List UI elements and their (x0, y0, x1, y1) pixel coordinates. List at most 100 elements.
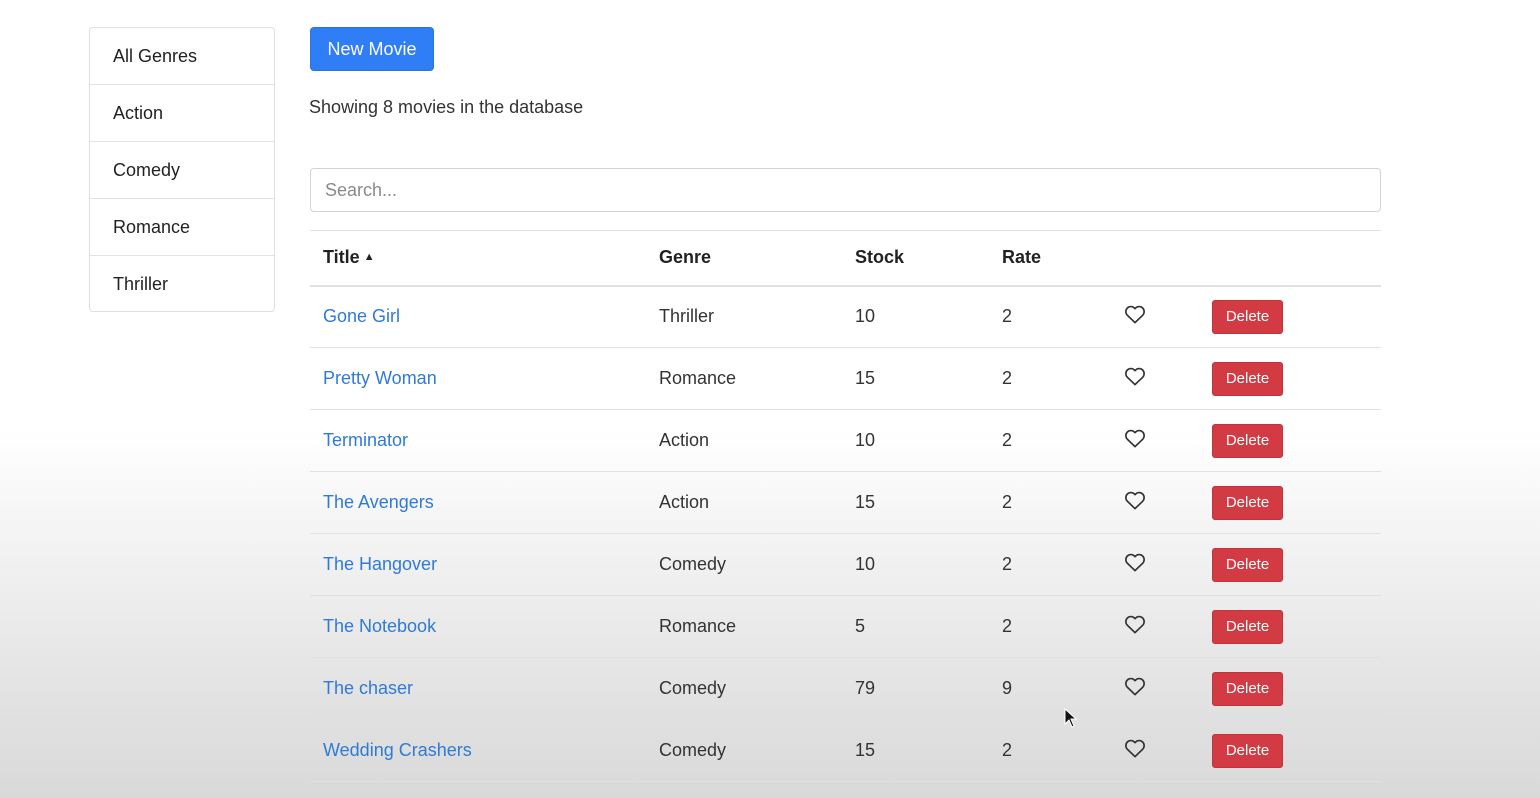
cell-delete: Delete (1199, 471, 1381, 534)
delete-button[interactable]: Delete (1212, 547, 1283, 582)
table-header-row: Title ▲ Genre Stock Rate (310, 230, 1381, 287)
table-row: Terminator Action 10 2 Delete (310, 409, 1381, 472)
cell-like (1111, 595, 1199, 658)
column-header-delete (1199, 230, 1381, 287)
movie-rows: Gone Girl Thriller 10 2 Delete Pretty Woman Ro… (310, 285, 1381, 782)
cell-genre: Romance (646, 347, 842, 410)
cell-stock: 10 (842, 533, 989, 596)
genre-item-thriller[interactable]: Thriller (90, 256, 274, 311)
genre-list: All Genres Action Comedy Romance Thrille… (89, 27, 275, 312)
cell-rate: 9 (989, 657, 1111, 720)
genre-item-comedy[interactable]: Comedy (90, 142, 274, 199)
cell-stock: 15 (842, 347, 989, 410)
delete-button[interactable]: Delete (1212, 299, 1283, 334)
cell-title: Wedding Crashers (310, 719, 646, 782)
column-header-stock[interactable]: Stock (842, 230, 989, 287)
movie-title-link[interactable]: Pretty Woman (323, 368, 437, 388)
movie-title-link[interactable]: Wedding Crashers (323, 740, 472, 760)
cell-genre: Romance (646, 595, 842, 658)
cell-like (1111, 657, 1199, 720)
cell-genre: Comedy (646, 719, 842, 782)
table-row: Wedding Crashers Comedy 15 2 Delete (310, 719, 1381, 782)
heart-icon[interactable] (1124, 366, 1146, 386)
cell-rate: 2 (989, 285, 1111, 348)
movie-title-link[interactable]: The Hangover (323, 554, 437, 574)
heart-icon[interactable] (1124, 304, 1146, 324)
column-header-title[interactable]: Title ▲ (310, 230, 646, 287)
heart-icon[interactable] (1124, 738, 1146, 758)
new-movie-button[interactable]: New Movie (310, 27, 434, 71)
cell-like (1111, 471, 1199, 534)
cell-stock: 10 (842, 285, 989, 348)
cell-title: The chaser (310, 657, 646, 720)
movie-title-link[interactable]: The Notebook (323, 616, 436, 636)
cell-stock: 15 (842, 719, 989, 782)
cell-stock: 5 (842, 595, 989, 658)
genre-item-romance[interactable]: Romance (90, 199, 274, 256)
search-input[interactable] (310, 168, 1381, 212)
cell-delete: Delete (1199, 409, 1381, 472)
cell-title: The Notebook (310, 595, 646, 658)
movie-title-link[interactable]: Terminator (323, 430, 408, 450)
table-row: The Notebook Romance 5 2 Delete (310, 595, 1381, 658)
delete-button[interactable]: Delete (1212, 423, 1283, 458)
movies-table: Title ▲ Genre Stock Rate Gone Girl Thrille… (310, 230, 1381, 782)
column-header-title-label: Title (323, 247, 360, 268)
cell-stock: 15 (842, 471, 989, 534)
movie-title-link[interactable]: The chaser (323, 678, 413, 698)
delete-button[interactable]: Delete (1212, 671, 1283, 706)
cell-rate: 2 (989, 471, 1111, 534)
cell-rate: 2 (989, 347, 1111, 410)
cell-like (1111, 533, 1199, 596)
table-row: The Avengers Action 15 2 Delete (310, 471, 1381, 534)
cell-delete: Delete (1199, 657, 1381, 720)
cell-title: Gone Girl (310, 285, 646, 348)
column-header-like (1111, 230, 1199, 287)
table-row: The chaser Comedy 79 9 Delete (310, 657, 1381, 720)
cell-rate: 2 (989, 719, 1111, 782)
cell-rate: 2 (989, 533, 1111, 596)
heart-icon[interactable] (1124, 552, 1146, 572)
movie-title-link[interactable]: Gone Girl (323, 306, 400, 326)
mouse-cursor-icon (1064, 708, 1078, 728)
delete-button[interactable]: Delete (1212, 733, 1283, 768)
table-row: Gone Girl Thriller 10 2 Delete (310, 285, 1381, 348)
cell-rate: 2 (989, 409, 1111, 472)
genre-item-all[interactable]: All Genres (90, 28, 274, 85)
cell-delete: Delete (1199, 533, 1381, 596)
cell-rate: 2 (989, 595, 1111, 658)
delete-button[interactable]: Delete (1212, 485, 1283, 520)
cell-genre: Action (646, 409, 842, 472)
column-header-rate[interactable]: Rate (989, 230, 1111, 287)
heart-icon[interactable] (1124, 490, 1146, 510)
cell-stock: 79 (842, 657, 989, 720)
genre-item-action[interactable]: Action (90, 85, 274, 142)
column-header-genre[interactable]: Genre (646, 230, 842, 287)
cell-delete: Delete (1199, 595, 1381, 658)
movie-title-link[interactable]: The Avengers (323, 492, 434, 512)
cell-delete: Delete (1199, 347, 1381, 410)
delete-button[interactable]: Delete (1212, 361, 1283, 396)
cell-genre: Comedy (646, 533, 842, 596)
sort-ascending-icon: ▲ (363, 251, 375, 264)
table-row: The Hangover Comedy 10 2 Delete (310, 533, 1381, 596)
table-row: Pretty Woman Romance 15 2 Delete (310, 347, 1381, 410)
cell-title: Terminator (310, 409, 646, 472)
cell-like (1111, 285, 1199, 348)
cell-delete: Delete (1199, 719, 1381, 782)
movie-count-text: Showing 8 movies in the database (309, 97, 584, 117)
cell-delete: Delete (1199, 285, 1381, 348)
heart-icon[interactable] (1124, 614, 1146, 634)
cell-genre: Thriller (646, 285, 842, 348)
cell-title: Pretty Woman (310, 347, 646, 410)
heart-icon[interactable] (1124, 676, 1146, 696)
delete-button[interactable]: Delete (1212, 609, 1283, 644)
cell-title: The Hangover (310, 533, 646, 596)
cell-like (1111, 347, 1199, 410)
cell-like (1111, 719, 1199, 782)
cell-title: The Avengers (310, 471, 646, 534)
cell-genre: Action (646, 471, 842, 534)
cell-stock: 10 (842, 409, 989, 472)
cell-like (1111, 409, 1199, 472)
heart-icon[interactable] (1124, 428, 1146, 448)
